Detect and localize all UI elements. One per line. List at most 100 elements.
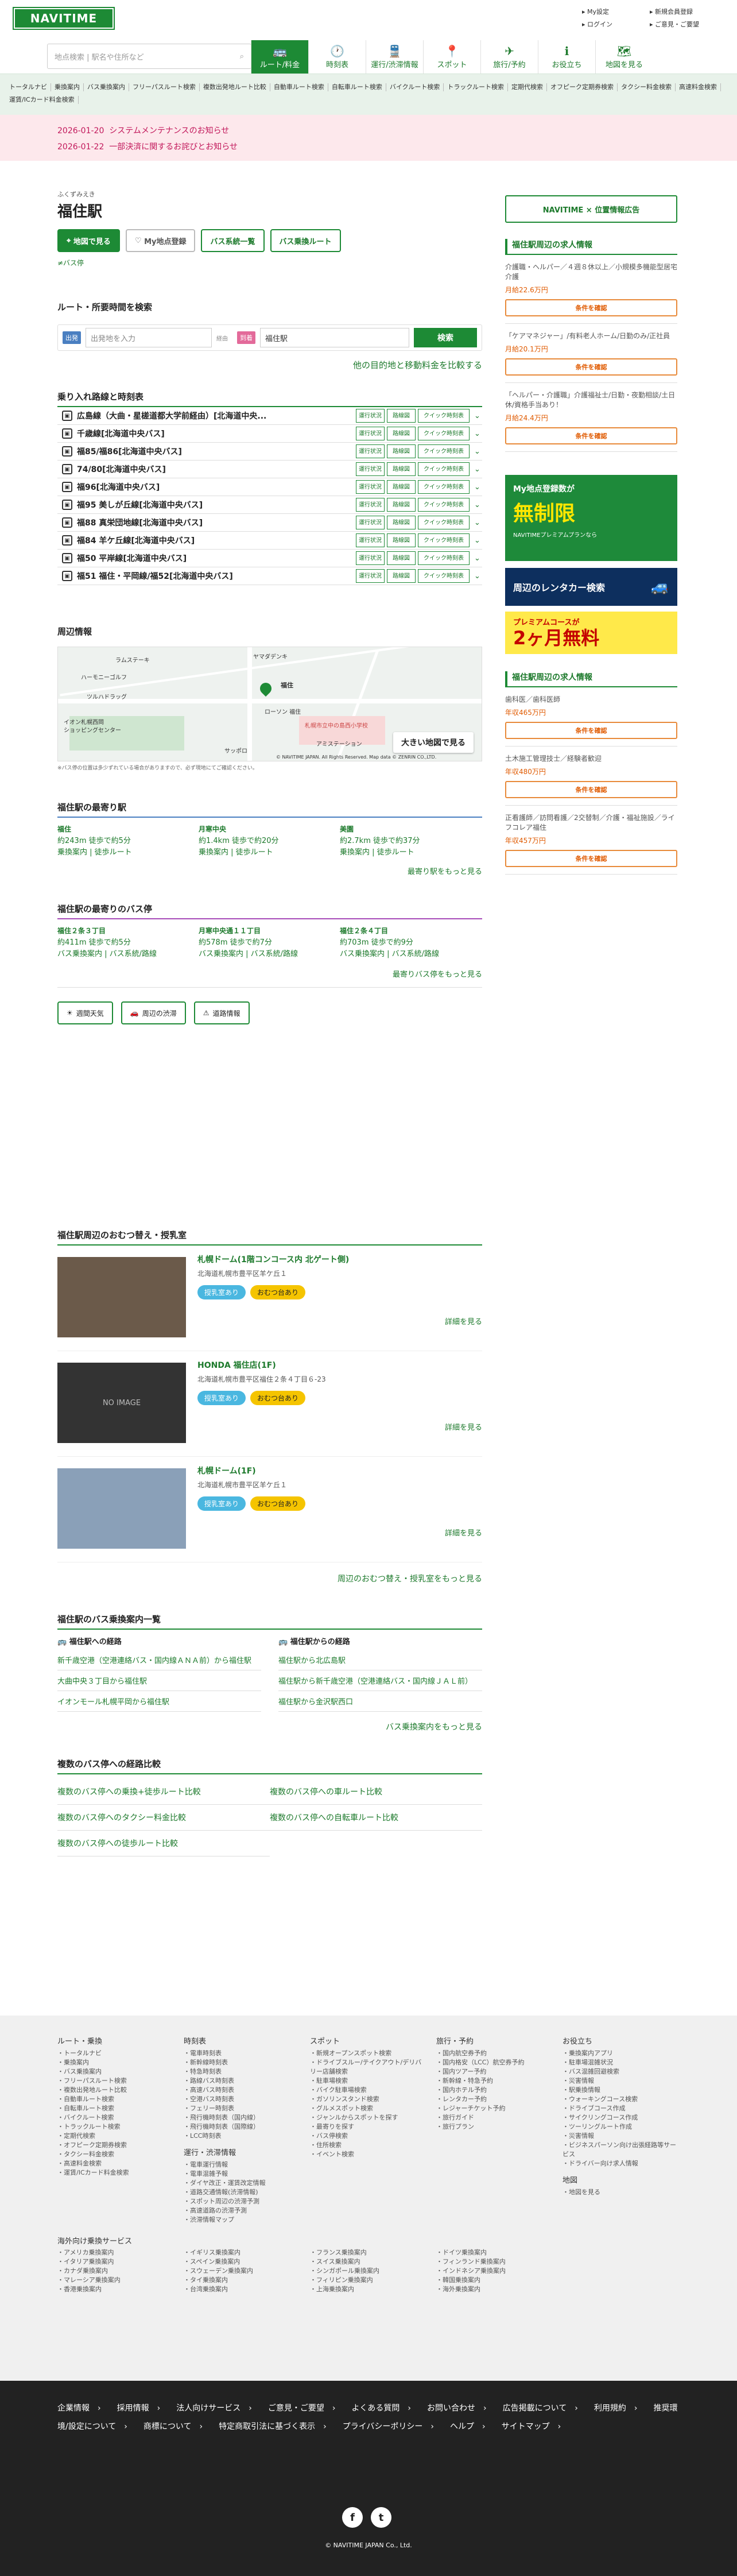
nav-bus[interactable]: 🚌 ルート/料金 <box>251 40 308 74</box>
near-links[interactable]: 乗換案内 | 徒歩ルート <box>199 847 340 858</box>
search-input[interactable]: 地点検索 | 駅名や住所など ⌕ <box>47 44 251 69</box>
quick-timetable-button[interactable]: クイック時刻表 <box>418 551 470 565</box>
route-link[interactable]: 新千歳空港（空港連絡バス・国内線ＡＮＡ前）から福住駅 <box>57 1650 261 1670</box>
footer-link[interactable]: ・複数出発地ルート比較 <box>57 2086 172 2095</box>
footer-link[interactable]: ・サイクリングコース作成 <box>563 2113 677 2122</box>
bus-stop-link[interactable]: ≠バス停 <box>57 258 482 268</box>
line-row[interactable]: ▣ 福50 平岸線[北海道中央バス] 運行状況 路線図 クイック時刻表 ⌄ <box>57 550 482 567</box>
quick-timetable-button[interactable]: クイック時刻表 <box>418 533 470 547</box>
top-link-register[interactable]: ▸ 新規会員登録 <box>650 7 717 16</box>
near-links[interactable]: 乗換案内 | 徒歩ルート <box>340 847 481 858</box>
compare-link[interactable]: 複数のバス停へのタクシー料金比較 <box>57 1805 270 1831</box>
footer-link[interactable]: ・乗換案内アプリ <box>563 2049 677 2058</box>
footer-bottom-link[interactable]: 広告掲載について › <box>503 2404 578 2413</box>
footer-link[interactable]: ・駅乗換情報 <box>563 2086 677 2095</box>
footer-link[interactable]: ・香港乗換案内 <box>57 2285 172 2294</box>
footer-link[interactable]: ・ガソリンスタンド検索 <box>310 2095 425 2104</box>
footer-bottom-link[interactable]: ヘルプ › <box>450 2422 486 2431</box>
line-name[interactable]: 福96[北海道中央バス] <box>77 481 354 493</box>
footer-link[interactable]: ・タクシー料金検索 <box>57 2150 172 2159</box>
traffic-button[interactable]: 🚗 周辺の渋滞 <box>121 1001 186 1024</box>
route-link[interactable]: 福住駅から金沢駅西口 <box>278 1691 482 1712</box>
footer-link[interactable]: ・オフピーク定期券検索 <box>57 2141 172 2150</box>
footer-link[interactable]: ・ジャンルからスポットを探す <box>310 2113 425 2122</box>
footer-link[interactable]: ・LCC時刻表 <box>184 2132 298 2141</box>
nav-plane[interactable]: ✈ 旅行/予約 <box>480 40 538 74</box>
spot-name[interactable]: 札幌ドーム(1階コンコース内 北ゲート側) <box>197 1254 482 1265</box>
footer-link[interactable]: ・渋滞情報マップ <box>184 2215 298 2225</box>
footer-link[interactable]: ・地図を見る <box>563 2188 677 2197</box>
chevron-down-icon[interactable]: ⌄ <box>474 554 482 563</box>
footer-link[interactable]: ・イベント検索 <box>310 2150 425 2159</box>
job-title[interactable]: 「ヘルパー・介護職」介護福祉士/日勤・夜勤相談/土日休/資格手当あり！ <box>505 390 677 409</box>
compare-link[interactable]: 他の目的地と移動料金を比較する <box>57 359 482 371</box>
footer-link[interactable]: ・旅行ガイド <box>436 2113 551 2122</box>
status-button[interactable]: 運行状況 <box>356 462 385 476</box>
spots-more[interactable]: 周辺のおむつ替え・授乳室をもっと見る <box>57 1573 482 1584</box>
rentacar-banner[interactable]: 周辺のレンタカー検索 🚙 <box>505 568 677 606</box>
footer-link[interactable]: ・フランス乗換案内 <box>310 2248 425 2257</box>
footer-link[interactable]: ・高速バス時刻表 <box>184 2086 298 2095</box>
footer-link[interactable]: ・自転車ルート検索 <box>57 2104 172 2113</box>
subnav-item[interactable]: トラックルート検索 <box>447 83 509 91</box>
footer-link[interactable]: ・シンガポール乗換案内 <box>310 2266 425 2276</box>
route-link[interactable]: 福住駅から新千歳空港（空港連絡バス・国内線ＪＡＬ前） <box>278 1670 482 1691</box>
footer-link[interactable]: ・ツーリングルート作成 <box>563 2122 677 2132</box>
top-link-settings[interactable]: ▸ My設定 <box>582 7 650 16</box>
footer-link[interactable]: ・新規オープンスポット検索 <box>310 2049 425 2058</box>
chevron-down-icon[interactable]: ⌄ <box>474 465 482 474</box>
chevron-down-icon[interactable]: ⌄ <box>474 536 482 545</box>
footer-bottom-link[interactable]: プライバシーポリシー › <box>343 2422 434 2431</box>
quick-timetable-button[interactable]: クイック時刻表 <box>418 516 470 529</box>
footer-link[interactable]: ・高速道路の渋滞予測 <box>184 2206 298 2215</box>
footer-bottom-link[interactable]: 利用規約 › <box>594 2404 638 2413</box>
map-button[interactable]: ⌖ 地図で見る <box>57 229 120 252</box>
compare-link[interactable]: 複数のバス停への徒歩ルート比較 <box>57 1831 270 1856</box>
footer-link[interactable]: ・フリーパスルート検索 <box>57 2076 172 2086</box>
subnav-item[interactable]: オフピーク定期券検索 <box>550 83 618 91</box>
search-button[interactable]: 検索 <box>414 328 477 347</box>
near-links[interactable]: バス乗換案内 | バス系統/路線 <box>199 949 340 960</box>
status-button[interactable]: 運行状況 <box>356 409 385 423</box>
subnav-item[interactable]: 定期代検索 <box>511 83 548 91</box>
quick-timetable-button[interactable]: クイック時刻表 <box>418 498 470 512</box>
status-button[interactable]: 運行状況 <box>356 480 385 494</box>
bus-routes-more[interactable]: バス乗換案内をもっと見る <box>57 1721 482 1732</box>
footer-link[interactable]: ・高速料金検索 <box>57 2159 172 2168</box>
top-link-feedback[interactable]: ▸ ご意見・ご要望 <box>650 20 717 29</box>
footer-link[interactable]: ・海外乗換案内 <box>436 2285 551 2294</box>
near-name[interactable]: 月寒中央通１１丁目 <box>199 927 261 935</box>
route-map-button[interactable]: 路線図 <box>387 480 416 494</box>
line-name[interactable]: 広島線（大曲・星槎道都大学前経由）[北海道中央... <box>77 410 354 421</box>
via-label[interactable]: 経由 <box>216 334 232 342</box>
footer-link[interactable]: ・災害情報 <box>563 2076 677 2086</box>
near-name[interactable]: 福住 <box>57 825 71 833</box>
footer-link[interactable]: ・特急時刻表 <box>184 2067 298 2076</box>
footer-link[interactable]: ・上海乗換案内 <box>310 2285 425 2294</box>
footer-link[interactable]: ・飛行機時刻表（国際線） <box>184 2122 298 2132</box>
line-row[interactable]: ▣ 福95 美しが丘線[北海道中央バス] 運行状況 路線図 クイック時刻表 ⌄ <box>57 496 482 514</box>
near-name[interactable]: 福住２条３丁目 <box>57 927 106 935</box>
nav-pin[interactable]: 📍 スポット <box>423 40 480 74</box>
footer-link[interactable]: ・ドライブコース作成 <box>563 2104 677 2113</box>
compare-link[interactable]: 複数のバス停への乗換+徒歩ルート比較 <box>57 1779 270 1805</box>
footer-link[interactable]: ・飛行機時刻表（国内線） <box>184 2113 298 2122</box>
footer-bottom-link[interactable]: 企業情報 › <box>57 2404 101 2413</box>
footer-link[interactable]: ・国内航空券予約 <box>436 2049 551 2058</box>
chevron-down-icon[interactable]: ⌄ <box>474 572 482 581</box>
footer-link[interactable]: ・ドイツ乗換案内 <box>436 2248 551 2257</box>
route-map-button[interactable]: 路線図 <box>387 516 416 529</box>
status-button[interactable]: 運行状況 <box>356 516 385 529</box>
line-row[interactable]: ▣ 福51 福住・平岡線/福52[北海道中央バス] 運行状況 路線図 クイック時刻表 ⌄ <box>57 567 482 585</box>
footer-link[interactable]: ・ビジネスパーソン向け出張経路等サービス <box>563 2141 677 2159</box>
footer-link[interactable]: ・自動車ルート検索 <box>57 2095 172 2104</box>
footer-link[interactable]: ・バイクルート検索 <box>57 2113 172 2122</box>
footer-link[interactable]: ・バス乗換案内 <box>57 2067 172 2076</box>
facebook-icon[interactable]: f <box>342 2507 363 2528</box>
subnav-item[interactable]: フリーパスルート検索 <box>133 83 200 91</box>
spot-detail-link[interactable]: 詳細を見る <box>197 1421 482 1432</box>
premium-free-banner[interactable]: プレミアムコースが 2ヶ月無料 <box>505 612 677 654</box>
bus-route-button[interactable]: バス乗換ルート <box>270 229 341 252</box>
footer-bottom-link[interactable]: 法人向けサービス › <box>176 2404 252 2413</box>
subnav-item[interactable]: 自動車ルート検索 <box>274 83 328 91</box>
